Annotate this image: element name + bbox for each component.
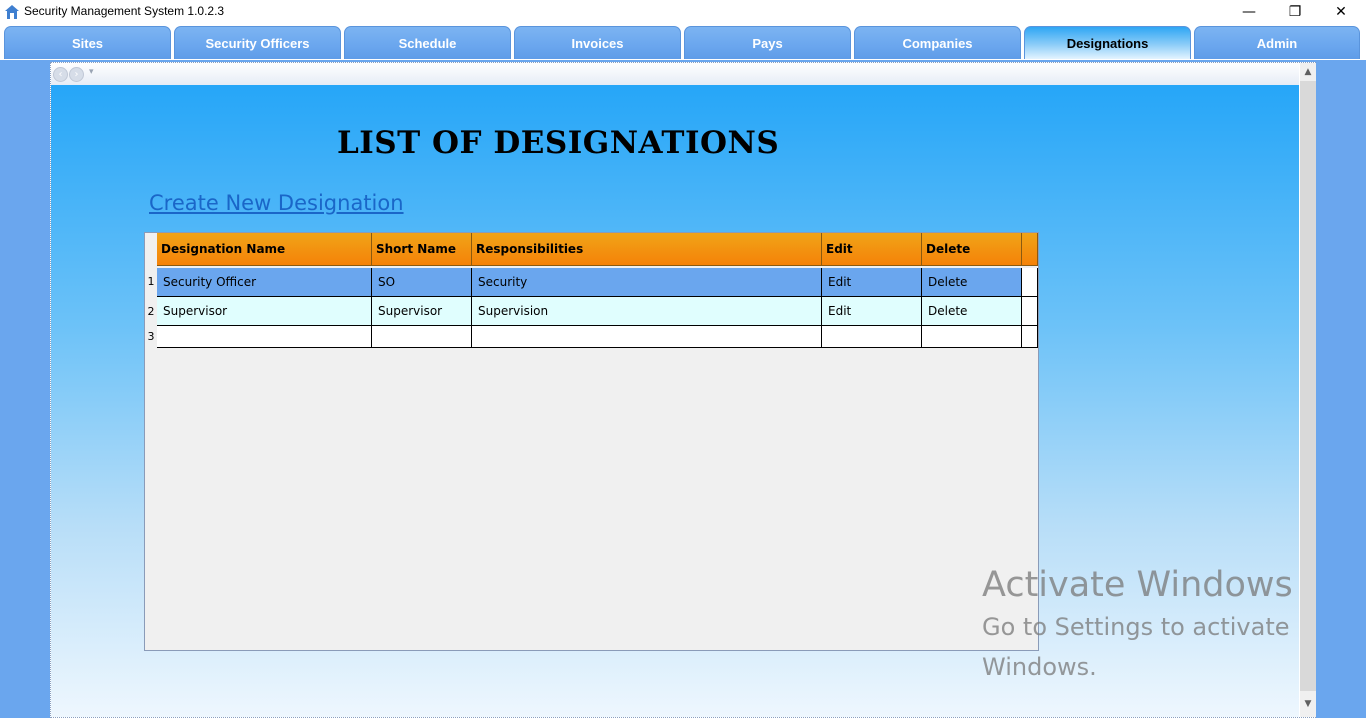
tab-strip: Sites Security Officers Schedule Invoice… (0, 24, 1366, 62)
edit-button[interactable]: Edit (822, 268, 922, 297)
tab-pays[interactable]: Pays (684, 26, 851, 59)
table-row[interactable]: Supervisor Supervisor Supervision Edit D… (157, 297, 1038, 326)
column-header-responsibilities[interactable]: Responsibilities (472, 233, 822, 266)
grid-header: Designation Name Short Name Responsibili… (157, 233, 1038, 268)
minimize-button[interactable]: — (1226, 0, 1272, 24)
tab-companies[interactable]: Companies (854, 26, 1021, 59)
cell-responsibilities[interactable]: Security (472, 268, 822, 297)
cell-designation-name[interactable]: Security Officer (157, 268, 372, 297)
designations-grid: Designation Name Short Name Responsibili… (144, 232, 1039, 651)
back-arrow-icon[interactable]: ‹ (53, 67, 68, 82)
row-filler (1022, 297, 1038, 326)
cell-responsibilities[interactable]: Supervision (472, 297, 822, 326)
cell-short-name[interactable] (372, 326, 472, 348)
table-row[interactable]: Security Officer SO Security Edit Delete (157, 268, 1038, 297)
cell-responsibilities[interactable] (472, 326, 822, 348)
cell-designation-name[interactable]: Supervisor (157, 297, 372, 326)
cell-short-name[interactable]: SO (372, 268, 472, 297)
create-new-designation-link[interactable]: Create New Designation (149, 191, 404, 215)
house-icon (5, 5, 19, 19)
row-index: 2 (147, 305, 155, 318)
tab-sites[interactable]: Sites (4, 26, 171, 59)
page-title: LIST OF DESIGNATIONS (337, 125, 780, 161)
column-header-edit[interactable]: Edit (822, 233, 922, 266)
cell-designation-name[interactable] (157, 326, 372, 348)
close-button[interactable]: ✕ (1318, 0, 1364, 24)
web-browser-panel: ‹ › ▾ LIST OF DESIGNATIONS Create New De… (50, 62, 1316, 718)
tab-invoices[interactable]: Invoices (514, 26, 681, 59)
column-header-delete[interactable]: Delete (922, 233, 1022, 266)
column-header-designation-name[interactable]: Designation Name (157, 233, 372, 266)
row-index: 3 (147, 330, 155, 343)
tab-admin[interactable]: Admin (1194, 26, 1360, 59)
vertical-scrollbar[interactable]: ▲ ▼ (1300, 63, 1316, 717)
edit-button[interactable]: Edit (822, 297, 922, 326)
scroll-down-icon[interactable]: ▼ (1300, 691, 1316, 717)
tab-designations[interactable]: Designations (1024, 26, 1191, 59)
row-filler (1022, 326, 1038, 348)
table-row-new[interactable] (157, 326, 1038, 348)
row-index: 1 (147, 275, 155, 288)
maximize-button[interactable]: ❐ (1272, 0, 1318, 24)
history-dropdown-icon[interactable]: ▾ (89, 67, 94, 77)
column-header-filler (1022, 233, 1038, 266)
page-content: LIST OF DESIGNATIONS Create New Designat… (51, 85, 1299, 717)
delete-button[interactable]: Delete (922, 297, 1022, 326)
forward-arrow-icon[interactable]: › (69, 67, 84, 82)
cell-edit[interactable] (822, 326, 922, 348)
row-filler (1022, 268, 1038, 297)
window-title: Security Management System 1.0.2.3 (24, 4, 225, 18)
tab-security-officers[interactable]: Security Officers (174, 26, 341, 59)
tab-schedule[interactable]: Schedule (344, 26, 511, 59)
delete-button[interactable]: Delete (922, 268, 1022, 297)
scroll-up-icon[interactable]: ▲ (1300, 63, 1316, 81)
column-header-short-name[interactable]: Short Name (372, 233, 472, 266)
cell-short-name[interactable]: Supervisor (372, 297, 472, 326)
cell-delete[interactable] (922, 326, 1022, 348)
browser-nav-bar: ‹ › ▾ (51, 63, 1299, 85)
title-bar: Security Management System 1.0.2.3 — ❐ ✕ (0, 0, 1366, 24)
